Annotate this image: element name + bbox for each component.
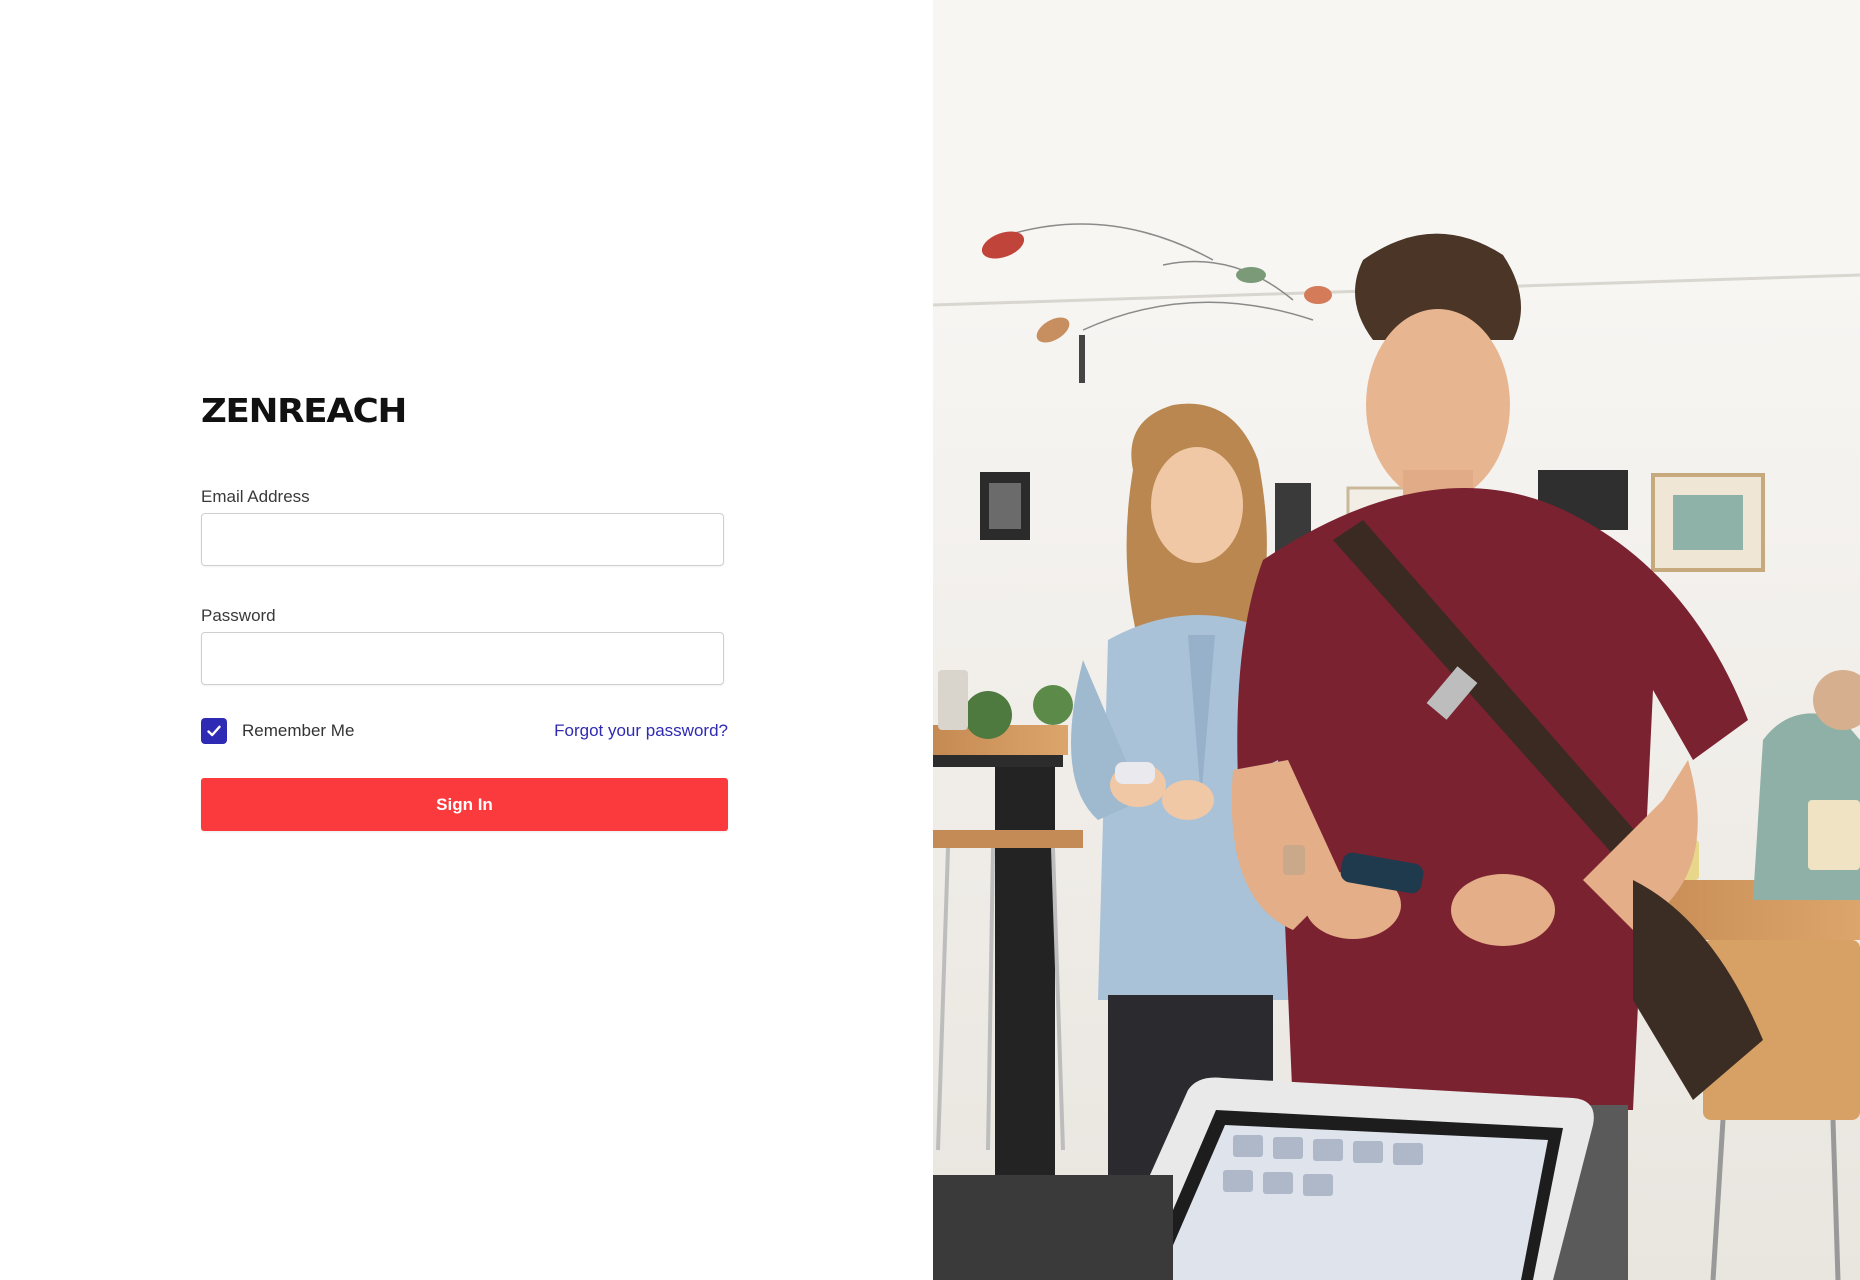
password-input[interactable]: [201, 632, 724, 685]
remember-row: Remember Me Forgot your password?: [201, 718, 728, 744]
login-panel: ZENREACH Email Address Password Remember…: [0, 0, 933, 1280]
email-label: Email Address: [201, 487, 310, 506]
brand-logo: ZENREACH: [201, 391, 407, 430]
hero-illustration: [933, 0, 1860, 1280]
password-label: Password: [201, 606, 276, 625]
sign-in-button[interactable]: Sign In: [201, 778, 728, 831]
checkmark-icon: [207, 725, 221, 737]
email-input[interactable]: [201, 513, 724, 566]
forgot-password-link[interactable]: Forgot your password?: [554, 721, 728, 741]
hero-photo: [933, 0, 1860, 1280]
remember-me-label[interactable]: Remember Me: [242, 721, 354, 741]
login-page: ZENREACH Email Address Password Remember…: [0, 0, 1860, 1280]
remember-me-checkbox[interactable]: [201, 718, 227, 744]
